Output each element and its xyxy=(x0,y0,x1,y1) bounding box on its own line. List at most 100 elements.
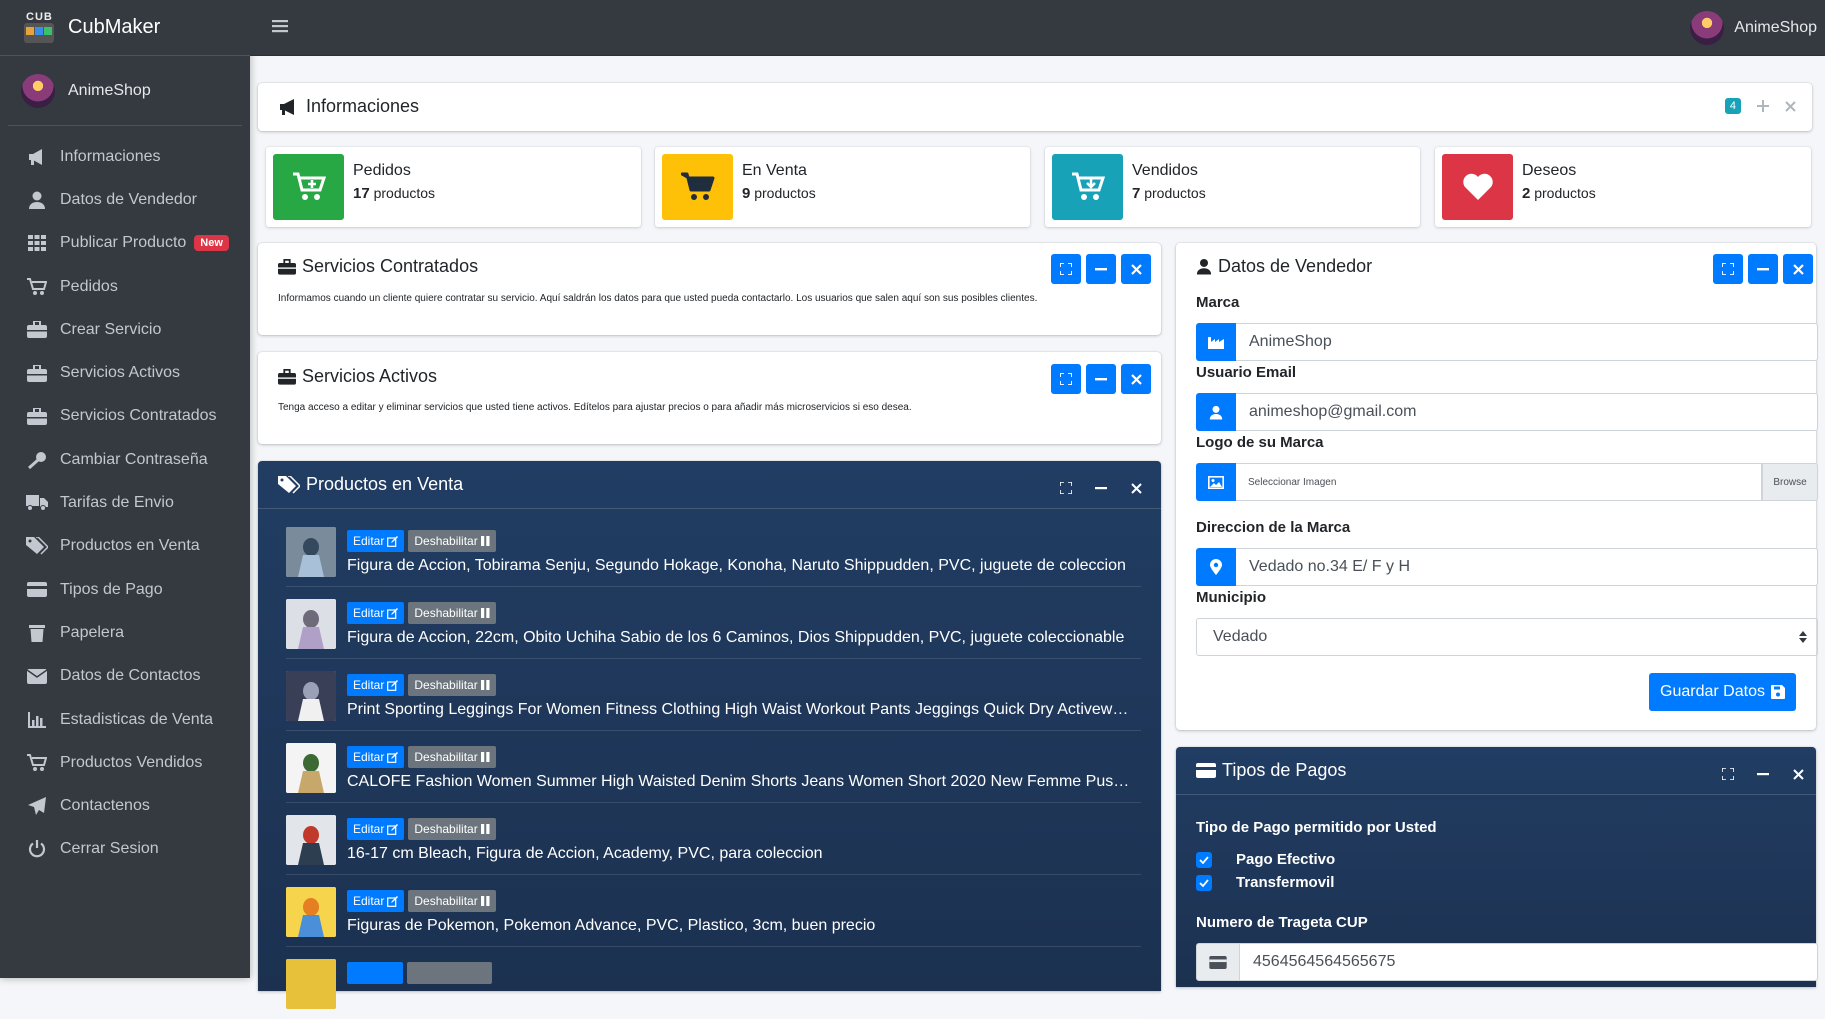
collapse-button[interactable] xyxy=(1086,364,1116,394)
logo-file-input[interactable]: Seleccionar Imagen xyxy=(1236,463,1762,501)
municipio-select[interactable]: Vedado xyxy=(1196,618,1818,656)
hamburger-menu-icon[interactable] xyxy=(272,18,290,36)
email-input[interactable]: animeshop@gmail.com xyxy=(1236,393,1818,431)
direccion-input[interactable]: Vedado no.34 E/ F y H xyxy=(1236,548,1818,586)
direccion-field[interactable]: Vedado no.34 E/ F y H xyxy=(1196,548,1818,586)
info-box-en-venta[interactable]: En Venta 9 productos xyxy=(655,147,1030,227)
disable-button[interactable]: Deshabilitar xyxy=(408,674,496,696)
credit-card-icon xyxy=(26,579,48,601)
briefcase-icon xyxy=(26,319,48,341)
disable-button[interactable]: Deshabilitar xyxy=(408,530,496,552)
sidebar-item-pedidos[interactable]: Pedidos xyxy=(0,265,250,308)
sidebar-item-publicar-producto[interactable]: Publicar Producto New xyxy=(0,222,250,265)
marca-field[interactable]: AnimeShop xyxy=(1196,323,1818,361)
info-box-count: 2 xyxy=(1522,185,1531,202)
checkbox-pago-efectivo[interactable]: Pago Efectivo xyxy=(1196,851,1335,868)
edit-button-label: Editar xyxy=(353,678,385,692)
sidebar-item-informaciones[interactable]: Informaciones xyxy=(0,135,250,178)
sidebar-item-servicios-activos[interactable]: Servicios Activos xyxy=(0,351,250,394)
edit-button[interactable]: Editar xyxy=(347,818,405,840)
card-title: Servicios Activos xyxy=(278,366,437,387)
cup-input[interactable]: 4564564564565675 xyxy=(1240,943,1818,981)
sidebar-item-productos-venta[interactable]: Productos en Venta xyxy=(0,525,250,568)
marca-input[interactable]: AnimeShop xyxy=(1236,323,1818,361)
sidebar-item-estadisticas[interactable]: Estadisticas de Venta xyxy=(0,698,250,741)
sidebar-item-cambiar-contrasena[interactable]: Cambiar Contraseña xyxy=(0,438,250,481)
expand-button[interactable] xyxy=(1051,254,1081,284)
product-title[interactable]: CALOFE Fashion Women Summer High Waisted… xyxy=(347,773,1137,791)
disable-button[interactable]: Deshabilitar xyxy=(408,818,496,840)
product-thumbnail[interactable] xyxy=(286,671,336,721)
remove-button[interactable] xyxy=(1121,473,1151,503)
remove-button[interactable] xyxy=(1121,364,1151,394)
sidebar-item-papelera[interactable]: Papelera xyxy=(0,611,250,654)
user-panel[interactable]: AnimeShop xyxy=(8,56,242,126)
sidebar-item-label: Informaciones xyxy=(60,147,161,165)
collapse-button[interactable] xyxy=(1748,254,1778,284)
sidebar-item-datos-vendedor[interactable]: Datos de Vendedor xyxy=(0,178,250,221)
pause-icon xyxy=(480,608,490,618)
expand-button[interactable] xyxy=(1051,364,1081,394)
edit-button[interactable]: Editar xyxy=(347,530,405,552)
expand-button[interactable] xyxy=(1051,473,1081,503)
checkbox-checked-icon[interactable] xyxy=(1196,851,1212,868)
collapse-button[interactable] xyxy=(1748,759,1778,789)
product-thumbnail[interactable] xyxy=(286,743,336,793)
pause-icon xyxy=(480,752,490,762)
product-thumbnail[interactable] xyxy=(286,527,336,577)
card-tools xyxy=(1713,254,1813,284)
sidebar-item-contactenos[interactable]: Contactenos xyxy=(0,784,250,827)
disable-button[interactable]: Deshabilitar xyxy=(408,602,496,624)
edit-button-label: Editar xyxy=(353,894,385,908)
remove-button[interactable] xyxy=(1121,254,1151,284)
disable-button[interactable]: Deshabilitar xyxy=(408,746,496,768)
expand-button[interactable] xyxy=(1713,759,1743,789)
logo-field[interactable]: Seleccionar Imagen Browse xyxy=(1196,463,1818,501)
email-field[interactable]: animeshop@gmail.com xyxy=(1196,393,1818,431)
sidebar-item-tipos-pago[interactable]: Tipos de Pago xyxy=(0,568,250,611)
disable-button-label: Deshabilitar xyxy=(414,822,478,836)
info-box-pedidos[interactable]: Pedidos 17 productos xyxy=(266,147,641,227)
product-thumbnail[interactable] xyxy=(286,815,336,865)
remove-button[interactable] xyxy=(1783,759,1813,789)
edit-button[interactable]: Editar xyxy=(347,746,405,768)
sidebar-item-datos-contactos[interactable]: Datos de Contactos xyxy=(0,655,250,698)
plus-icon[interactable] xyxy=(1757,100,1769,112)
close-icon[interactable] xyxy=(1785,100,1796,112)
sidebar-item-tarifas-envio[interactable]: Tarifas de Envio xyxy=(0,481,250,524)
disable-button[interactable] xyxy=(407,962,492,984)
product-title[interactable]: 16-17 cm Bleach, Figura de Accion, Acade… xyxy=(347,845,1137,863)
collapse-button[interactable] xyxy=(1086,473,1116,503)
checkbox-transfermovil[interactable]: Transfermovil xyxy=(1196,874,1334,891)
product-title[interactable]: Figuras de Pokemon, Pokemon Advance, PVC… xyxy=(347,917,1137,935)
info-box-vendidos[interactable]: Vendidos 7 productos xyxy=(1045,147,1420,227)
edit-button[interactable]: Editar xyxy=(347,602,405,624)
sidebar-item-productos-vendidos[interactable]: Productos Vendidos xyxy=(0,741,250,784)
cup-field[interactable]: 4564564564565675 xyxy=(1196,943,1818,981)
top-user-menu[interactable]: AnimeShop xyxy=(1690,11,1817,45)
sidebar-item-crear-servicio[interactable]: Crear Servicio xyxy=(0,308,250,351)
save-button[interactable]: Guardar Datos xyxy=(1649,673,1796,711)
product-title[interactable]: Figura de Accion, Tobirama Senju, Segund… xyxy=(347,557,1137,575)
sidebar-item-cerrar-sesion[interactable]: Cerrar Sesion xyxy=(0,828,250,871)
product-thumbnail[interactable] xyxy=(286,959,336,1009)
product-thumbnail[interactable] xyxy=(286,599,336,649)
edit-button[interactable]: Editar xyxy=(347,674,405,696)
brand-link[interactable]: CUB CubMaker xyxy=(0,0,250,56)
product-title[interactable]: Print Sporting Leggings For Women Fitnes… xyxy=(347,701,1137,719)
info-box-label: Vendidos xyxy=(1132,162,1198,179)
checkbox-checked-icon[interactable] xyxy=(1196,874,1212,891)
product-row: Editar Deshabilitar 16-17 cm Bleach, Figur… xyxy=(286,815,1141,875)
edit-button[interactable]: Editar xyxy=(347,890,405,912)
sidebar-item-servicios-contratados[interactable]: Servicios Contratados xyxy=(0,395,250,438)
edit-button[interactable] xyxy=(347,962,403,984)
disable-button[interactable]: Deshabilitar xyxy=(408,890,496,912)
browse-button[interactable]: Browse xyxy=(1762,463,1818,501)
info-box-deseos[interactable]: Deseos 2 productos xyxy=(1435,147,1811,227)
remove-button[interactable] xyxy=(1783,254,1813,284)
product-title[interactable]: Figura de Accion, 22cm, Obito Uchiha Sab… xyxy=(347,629,1137,647)
card-tools xyxy=(1051,254,1151,284)
product-thumbnail[interactable] xyxy=(286,887,336,937)
collapse-button[interactable] xyxy=(1086,254,1116,284)
expand-button[interactable] xyxy=(1713,254,1743,284)
